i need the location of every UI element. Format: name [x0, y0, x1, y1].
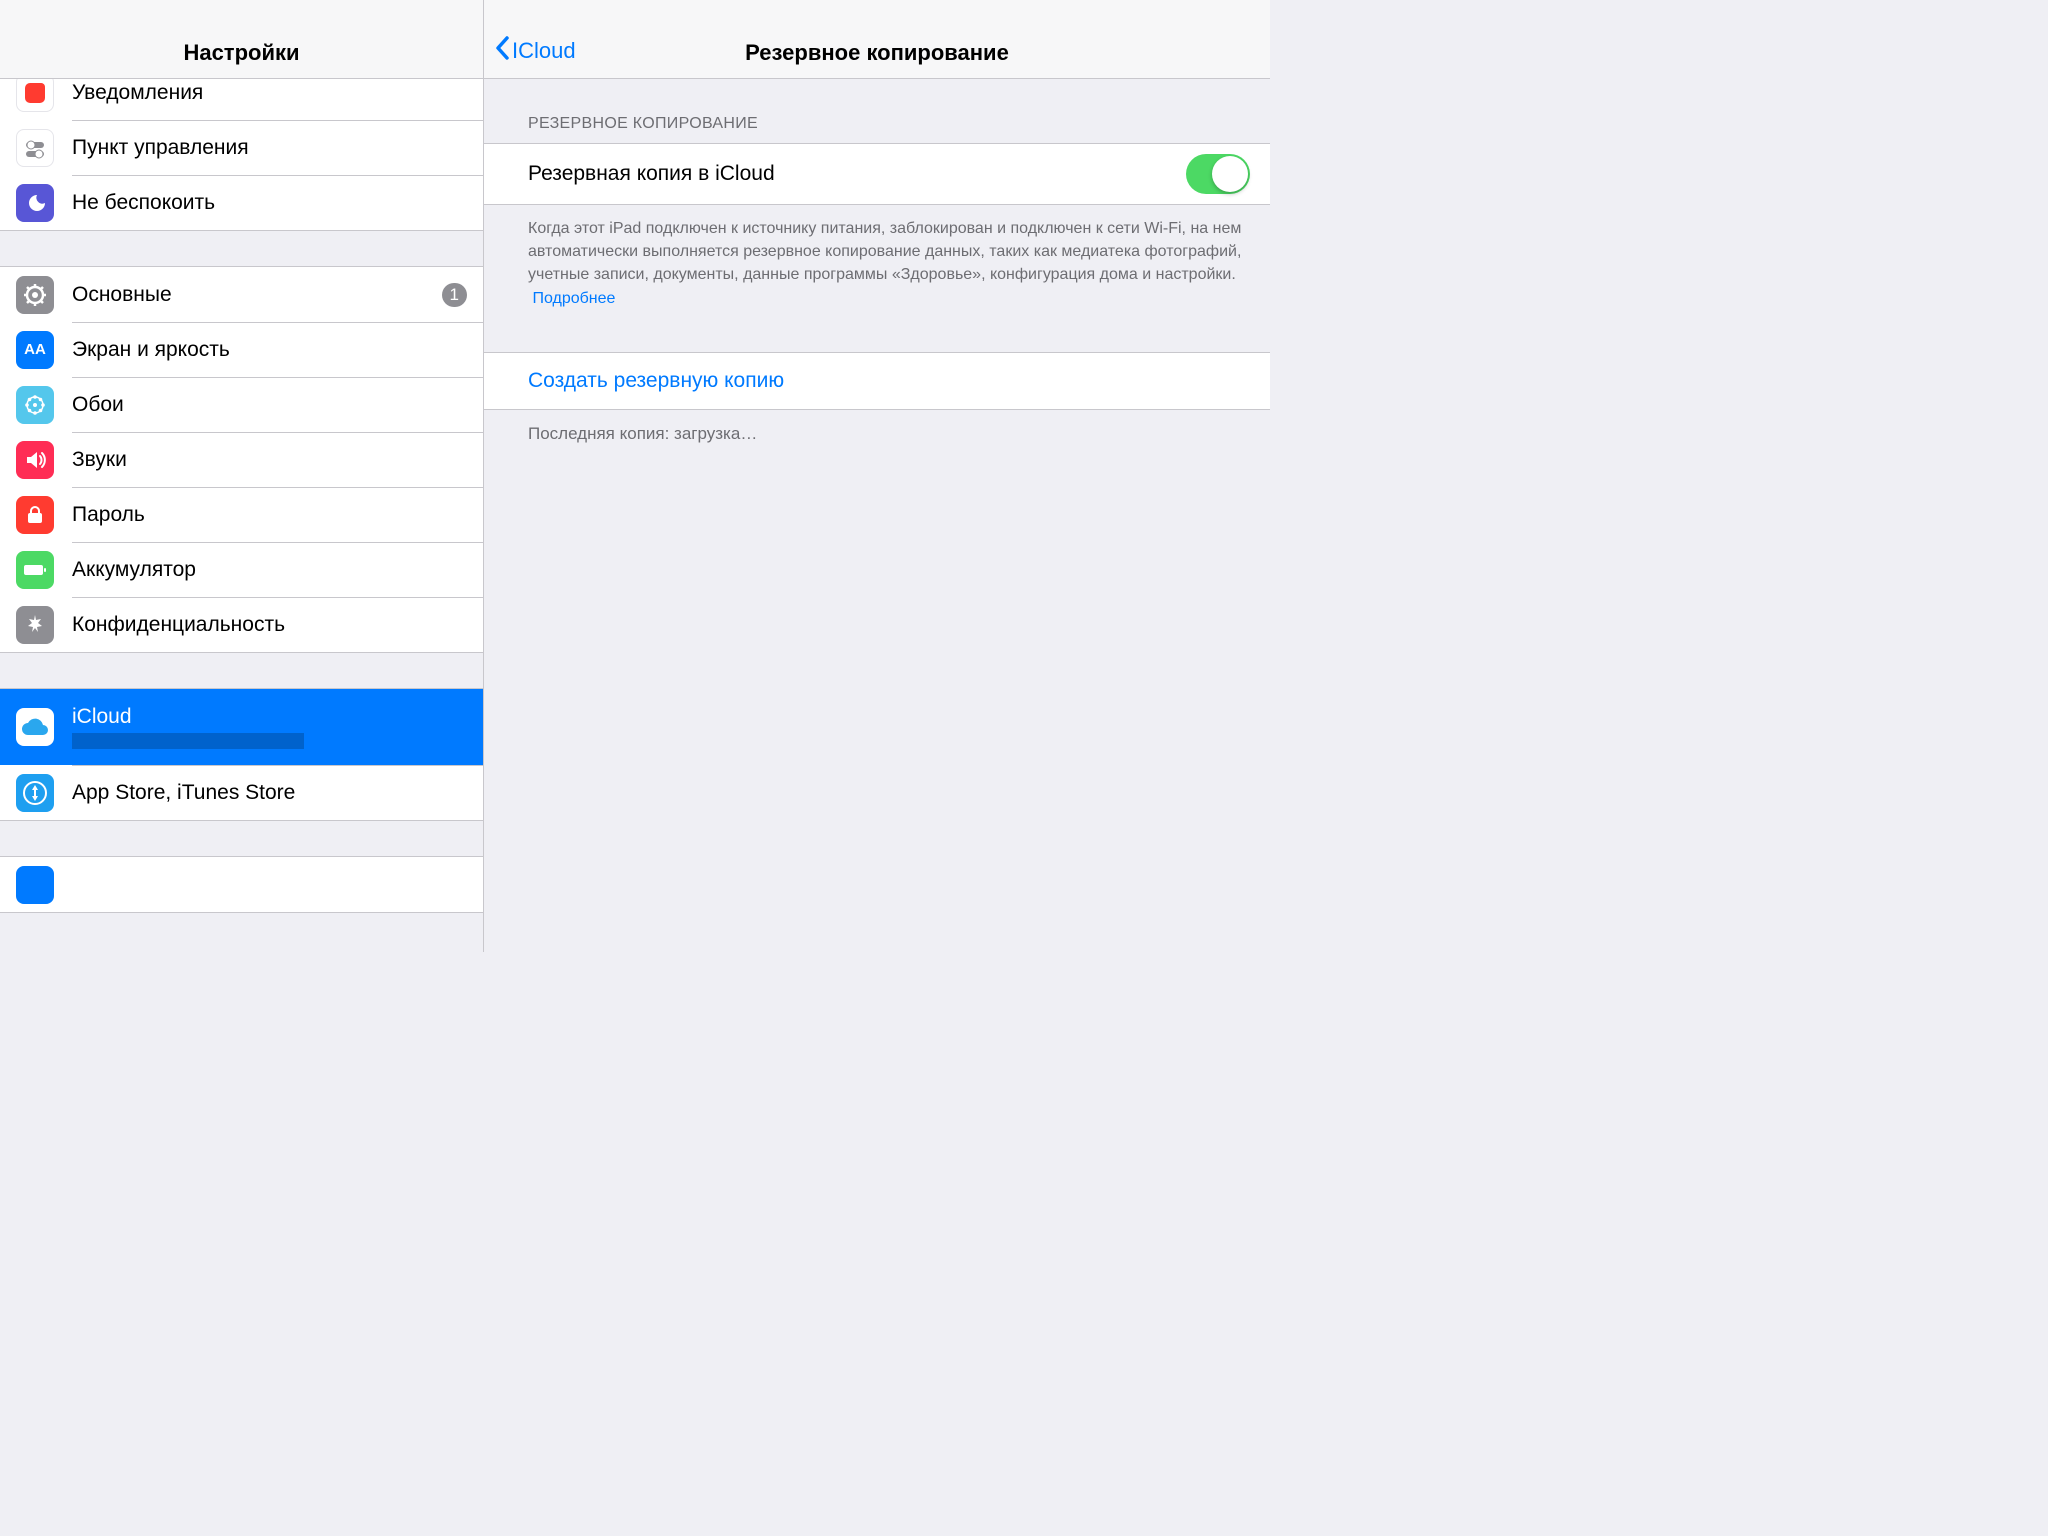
- sidebar-item-privacy[interactable]: Конфиденциальность: [0, 597, 483, 652]
- backup-switch-cell: Резервная копия в iCloud: [484, 143, 1270, 205]
- sidebar-item-label: Аккумулятор: [72, 558, 196, 582]
- sidebar-item-label: Основные: [72, 283, 172, 307]
- redacted-account: [72, 733, 304, 749]
- backup-now-button[interactable]: Создать резервную копию: [484, 353, 1270, 409]
- sidebar-item-control-center[interactable]: Пункт управления: [0, 120, 483, 175]
- sidebar-item-label: Обои: [72, 393, 124, 417]
- backup-description: Когда этот iPad подключен к источнику пи…: [484, 205, 1270, 310]
- sidebar-item-appstore[interactable]: App Store, iTunes Store: [0, 765, 483, 820]
- sidebar-item-label: iCloud: [72, 705, 304, 729]
- learn-more-link[interactable]: Подробнее: [532, 290, 615, 307]
- sidebar-item-wallpaper[interactable]: Обои: [0, 377, 483, 432]
- display-icon: AA: [16, 331, 54, 369]
- sidebar-item-label: Звуки: [72, 448, 127, 472]
- chevron-left-icon: [494, 36, 510, 66]
- general-icon: [16, 276, 54, 314]
- detail-header: ICloud Резервное копирование: [484, 0, 1270, 79]
- next-icon: [16, 866, 54, 904]
- sidebar-title: Настройки: [183, 40, 299, 66]
- sidebar-item-passcode[interactable]: Пароль: [0, 487, 483, 542]
- sidebar-item-label: Конфиденциальность: [72, 613, 285, 637]
- dnd-icon: [16, 184, 54, 222]
- sidebar-item-label: Пункт управления: [72, 136, 249, 160]
- badge: 1: [442, 283, 467, 307]
- sidebar-item-next[interactable]: [0, 857, 483, 912]
- section-header: РЕЗЕРВНОЕ КОПИРОВАНИЕ: [484, 79, 1270, 143]
- sidebar-item-dnd[interactable]: Не беспокоить: [0, 175, 483, 230]
- icloud-icon: [16, 708, 54, 746]
- wallpaper-icon: [16, 386, 54, 424]
- sidebar-item-label: Экран и яркость: [72, 338, 230, 362]
- sidebar-item-general[interactable]: Основные 1: [0, 267, 483, 322]
- sidebar-item-battery[interactable]: Аккумулятор: [0, 542, 483, 597]
- privacy-icon: [16, 606, 54, 644]
- sidebar-header: Настройки: [0, 0, 483, 79]
- switch-label: Резервная копия в iCloud: [528, 162, 775, 186]
- sidebar-item-sounds[interactable]: Звуки: [0, 432, 483, 487]
- sidebar-item-display[interactable]: AA Экран и яркость: [0, 322, 483, 377]
- appstore-icon: [16, 774, 54, 812]
- detail-title: Резервное копирование: [745, 40, 1009, 66]
- sidebar-item-label: Уведомления: [72, 81, 203, 105]
- settings-sidebar: Настройки Bluetooth Вкл. Уведомления Пун…: [0, 0, 484, 952]
- detail-pane: ICloud Резервное копирование РЕЗЕРВНОЕ К…: [484, 0, 1270, 952]
- sidebar-item-label: Не беспокоить: [72, 191, 215, 215]
- sounds-icon: [16, 441, 54, 479]
- last-backup-label: Последняя копия: загрузка…: [484, 410, 1270, 444]
- notifications-icon: [16, 79, 54, 112]
- sidebar-item-label: Пароль: [72, 503, 145, 527]
- control-center-icon: [16, 129, 54, 167]
- battery-icon: [16, 551, 54, 589]
- sidebar-item-icloud[interactable]: iCloud: [0, 689, 483, 765]
- sidebar-item-notifications[interactable]: Уведомления: [0, 79, 483, 120]
- sidebar-item-label: App Store, iTunes Store: [72, 781, 295, 805]
- back-label: ICloud: [512, 38, 576, 64]
- back-button[interactable]: ICloud: [494, 36, 576, 66]
- icloud-backup-switch[interactable]: [1186, 154, 1250, 194]
- passcode-icon: [16, 496, 54, 534]
